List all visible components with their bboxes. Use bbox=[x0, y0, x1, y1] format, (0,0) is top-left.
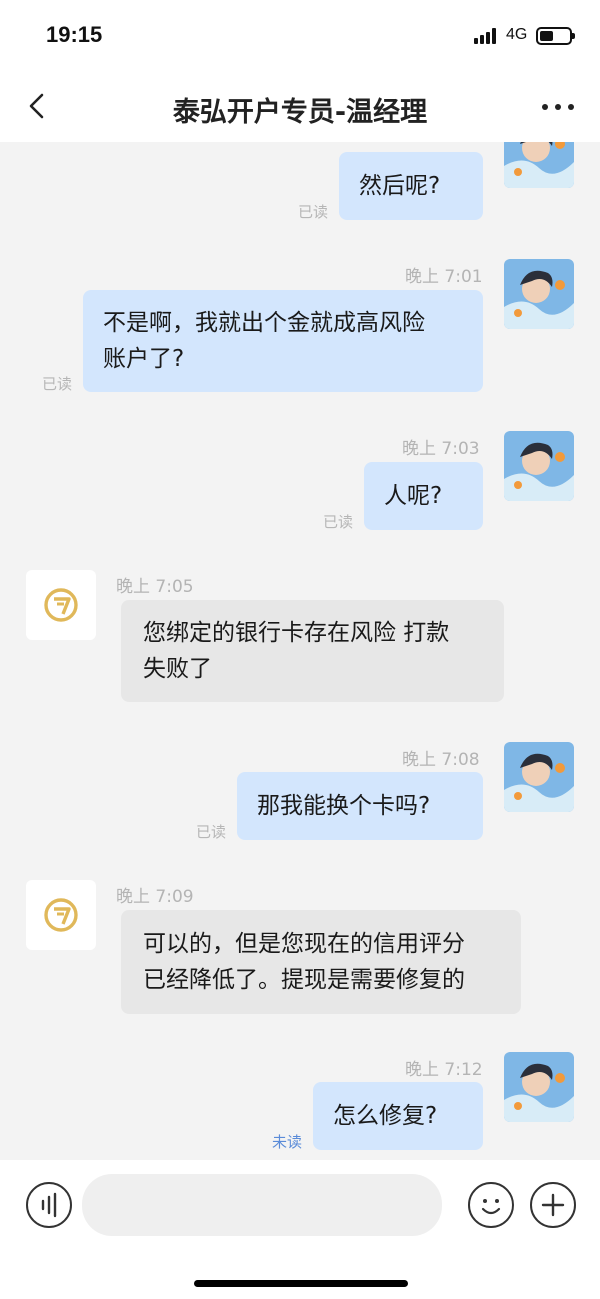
status-bar: 19:15 4G bbox=[0, 0, 600, 72]
message-bubble[interactable]: 那我能换个卡吗? bbox=[237, 772, 483, 840]
message-text: 人呢? bbox=[384, 483, 443, 509]
message-time: 晚上 7:01 bbox=[405, 267, 483, 287]
more-dots-icon[interactable] bbox=[540, 102, 576, 112]
nav-bar: 泰弘开户专员-温经理 bbox=[0, 72, 600, 142]
emoji-button[interactable] bbox=[468, 1182, 514, 1228]
message-text: 然后呢? bbox=[359, 173, 441, 199]
message-text-line: 不是啊，我就出个金就成高风险 bbox=[103, 310, 425, 336]
plus-icon bbox=[541, 1193, 565, 1217]
message-text: 怎么修复? bbox=[333, 1103, 438, 1129]
message-text-line: 已经降低了。提现是需要修复的 bbox=[143, 967, 465, 993]
network-label: 4G bbox=[506, 26, 528, 43]
voice-icon bbox=[41, 1192, 57, 1218]
home-area bbox=[0, 1250, 600, 1299]
message-text-line: 账户了? bbox=[103, 346, 185, 372]
message-text-line: 您绑定的银行卡存在风险 打款 bbox=[143, 620, 450, 646]
user-avatar[interactable] bbox=[504, 742, 574, 812]
battery-icon bbox=[536, 27, 575, 45]
status-time: 19:15 bbox=[46, 22, 103, 47]
home-indicator[interactable] bbox=[194, 1280, 408, 1287]
message-time: 晚上 7:12 bbox=[405, 1060, 483, 1080]
read-status: 已读 bbox=[196, 823, 227, 841]
message-bubble[interactable]: 您绑定的银行卡存在风险 打款 失败了 bbox=[121, 600, 504, 702]
read-status: 已读 bbox=[298, 203, 329, 221]
user-avatar[interactable] bbox=[504, 431, 574, 501]
input-bar bbox=[0, 1160, 600, 1250]
user-avatar[interactable] bbox=[504, 1052, 574, 1122]
message-time: 晚上 7:08 bbox=[402, 750, 480, 770]
unread-status: 未读 bbox=[272, 1133, 303, 1151]
message-text: 那我能换个卡吗? bbox=[257, 793, 431, 819]
agent-logo-icon bbox=[44, 898, 78, 932]
emoji-icon bbox=[481, 1199, 501, 1215]
read-status: 已读 bbox=[323, 513, 354, 531]
message-bubble[interactable]: 人呢? bbox=[364, 462, 483, 530]
agent-avatar[interactable] bbox=[26, 880, 96, 950]
message-text-line: 失败了 bbox=[143, 656, 212, 682]
agent-logo-icon bbox=[44, 588, 78, 622]
message-list[interactable]: 已读 然后呢? 晚上 7:01 已读 不是啊，我就出个金就成高风险 账户了? 晚… bbox=[0, 142, 600, 1160]
voice-button[interactable] bbox=[26, 1182, 72, 1228]
message-text-line: 可以的，但是您现在的信用评分 bbox=[143, 931, 465, 957]
message-time: 晚上 7:03 bbox=[402, 439, 480, 459]
message-bubble[interactable]: 不是啊，我就出个金就成高风险 账户了? bbox=[83, 290, 483, 392]
message-input[interactable] bbox=[82, 1174, 442, 1236]
message-time: 晚上 7:09 bbox=[116, 887, 194, 907]
message-bubble[interactable]: 怎么修复? bbox=[313, 1082, 483, 1150]
page-title: 泰弘开户专员-温经理 bbox=[172, 97, 428, 128]
agent-avatar[interactable] bbox=[26, 570, 96, 640]
message-time: 晚上 7:05 bbox=[116, 577, 194, 597]
read-status: 已读 bbox=[42, 375, 73, 393]
message-bubble[interactable]: 然后呢? bbox=[339, 152, 483, 220]
user-avatar[interactable] bbox=[504, 142, 574, 188]
user-avatar[interactable] bbox=[504, 259, 574, 329]
message-bubble[interactable]: 可以的，但是您现在的信用评分 已经降低了。提现是需要修复的 bbox=[121, 910, 521, 1014]
plus-button[interactable] bbox=[530, 1182, 576, 1228]
signal-icon bbox=[474, 28, 498, 44]
